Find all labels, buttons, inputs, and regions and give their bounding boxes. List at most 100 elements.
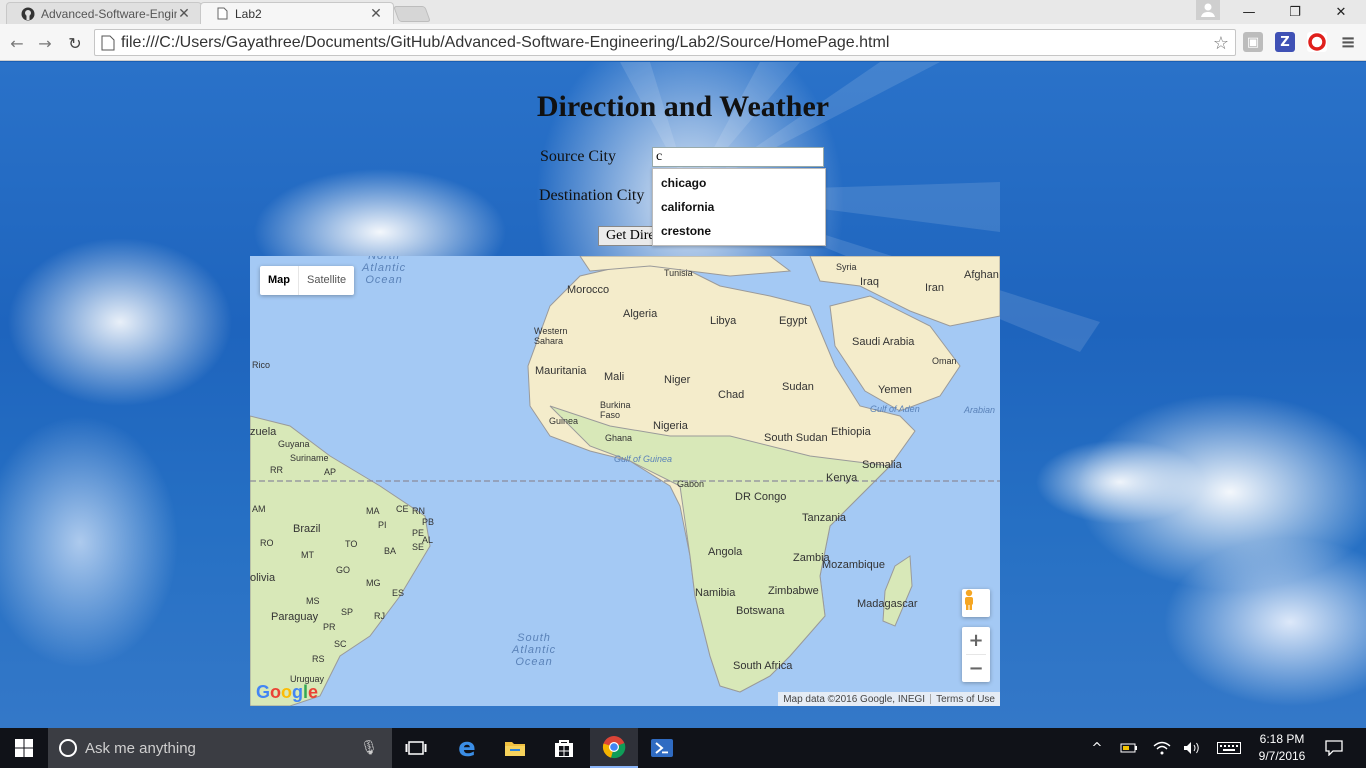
map-label: Morocco [567, 284, 610, 296]
map-label: Nigeria [653, 420, 688, 432]
map-label: MA [366, 506, 380, 516]
map-label: Somalia [862, 459, 902, 471]
map-label: Yemen [878, 384, 912, 396]
start-button[interactable] [0, 728, 48, 768]
map-label: MT [301, 550, 314, 560]
tab-close-icon[interactable]: ✕ [177, 5, 191, 22]
map-label: North Atlantic Ocean [362, 256, 407, 286]
tab-advanced-software[interactable]: Advanced-Software-Engin ✕ [6, 2, 202, 24]
map-label: Mozambique [822, 559, 885, 571]
map-label: Madagascar [857, 598, 918, 610]
map-label: Arabian [964, 405, 996, 415]
map-label: Tunisia [664, 268, 693, 278]
close-window-button[interactable]: ✕ [1318, 0, 1364, 24]
keyboard-icon[interactable] [1214, 728, 1244, 768]
menu-icon[interactable]: ≡ [1338, 32, 1358, 53]
opera-extension-icon[interactable] [1307, 32, 1327, 52]
restore-button[interactable]: ❐ [1272, 0, 1318, 24]
map-label: RJ [374, 611, 385, 621]
map-label: Ghana [605, 433, 633, 443]
destination-city-label: Destination City [539, 187, 645, 204]
map-label: Algeria [623, 308, 658, 320]
map-label: Iran [925, 282, 944, 294]
back-arrow-icon: ← [10, 33, 24, 53]
battery-icon[interactable] [1118, 728, 1140, 768]
extension-icon[interactable]: ▣ [1243, 32, 1263, 52]
profile-button[interactable] [1196, 0, 1220, 20]
map-label: PI [378, 520, 387, 530]
volume-icon[interactable] [1180, 728, 1204, 768]
map-label: zuela [250, 426, 277, 438]
map-label: SP [341, 607, 354, 617]
zotero-extension-icon[interactable]: Z [1275, 32, 1295, 52]
map-label: Iraq [860, 276, 879, 288]
map-label: Oman [932, 356, 957, 366]
map-type-map-button[interactable]: Map [260, 266, 298, 295]
notification-icon [1325, 740, 1343, 756]
minimize-button[interactable]: — [1226, 0, 1272, 24]
bookmark-star-icon[interactable]: ☆ [1213, 33, 1229, 54]
map-label: South Atlantic Ocean [512, 632, 557, 668]
city-autocomplete-list: chicago california crestone [652, 168, 826, 246]
google-map[interactable]: North Atlantic Ocean South Atlantic Ocea… [250, 256, 1000, 706]
map-label: Afghan [964, 269, 999, 281]
address-bar[interactable]: file:///C:/Users/Gayathree/Documents/Git… [94, 29, 1236, 56]
cortana-search-box[interactable]: Ask me anything 🎙 [48, 728, 392, 768]
cortana-icon [59, 739, 77, 757]
store-taskbar-button[interactable] [540, 728, 588, 768]
show-hidden-icons-button[interactable]: ^ [1086, 728, 1108, 768]
powershell-taskbar-button[interactable] [638, 728, 686, 768]
microphone-icon[interactable]: 🎙 [360, 740, 378, 756]
suggestion-item[interactable]: crestone [653, 219, 825, 243]
url-text: file:///C:/Users/Gayathree/Documents/Git… [121, 33, 890, 51]
zoom-out-button[interactable]: − [962, 655, 990, 682]
map-label: Egypt [779, 315, 808, 327]
page-content: Direction and Weather Source City Destin… [0, 62, 1366, 728]
map-label: SC [334, 639, 347, 649]
system-clock[interactable]: 6:18 PM 9/7/2016 [1254, 731, 1310, 765]
terms-of-use-link[interactable]: Terms of Use [931, 694, 1000, 705]
github-icon [21, 7, 35, 21]
action-center-button[interactable] [1320, 728, 1348, 768]
tab-close-icon[interactable]: ✕ [369, 5, 383, 22]
store-icon [555, 740, 573, 757]
map-label: RN [412, 506, 425, 516]
map-label: ES [392, 588, 405, 598]
suggestion-item[interactable]: chicago [653, 171, 825, 195]
map-label: Kenya [826, 472, 858, 484]
back-button[interactable]: ← [6, 32, 28, 54]
zoom-in-button[interactable]: + [962, 627, 990, 654]
map-label: Rico [252, 360, 271, 370]
map-label: Gulf of Aden [870, 404, 920, 414]
wifi-icon[interactable] [1150, 728, 1174, 768]
chrome-icon [602, 736, 626, 759]
map-land [250, 256, 1000, 706]
tab-title: Lab2 [235, 6, 262, 21]
source-city-input[interactable] [652, 147, 824, 167]
street-view-pegman[interactable] [962, 589, 990, 617]
forward-button[interactable]: → [34, 32, 56, 54]
map-type-satellite-button[interactable]: Satellite [298, 266, 354, 295]
map-label: Guinea [549, 416, 579, 426]
map-label: Brazil [293, 523, 321, 535]
browser-tabbar: Advanced-Software-Engin ✕ Lab2 ✕ — ❐ ✕ [0, 0, 1366, 24]
map-label: GO [336, 565, 351, 575]
file-explorer-taskbar-button[interactable] [491, 728, 539, 768]
tab-lab2[interactable]: Lab2 ✕ [200, 2, 394, 24]
map-label: Libya [710, 315, 737, 327]
edge-icon: e [458, 733, 476, 763]
map-label: SE [412, 542, 425, 552]
task-view-button[interactable] [392, 728, 440, 768]
reload-button[interactable]: ↻ [64, 32, 86, 54]
edge-taskbar-button[interactable]: e [443, 728, 491, 768]
search-placeholder: Ask me anything [85, 739, 196, 757]
reload-icon: ↻ [68, 33, 82, 53]
new-tab-button[interactable] [393, 6, 431, 22]
windows-taskbar: Ask me anything 🎙 e ^ 6:18 PM 9/7/2016 [0, 728, 1366, 768]
chrome-taskbar-button[interactable] [590, 728, 638, 768]
profile-icon [1201, 3, 1215, 17]
map-label: RS [312, 654, 325, 664]
windows-logo-icon [15, 739, 33, 757]
map-label: Ethiopia [831, 426, 871, 438]
suggestion-item[interactable]: california [653, 195, 825, 219]
